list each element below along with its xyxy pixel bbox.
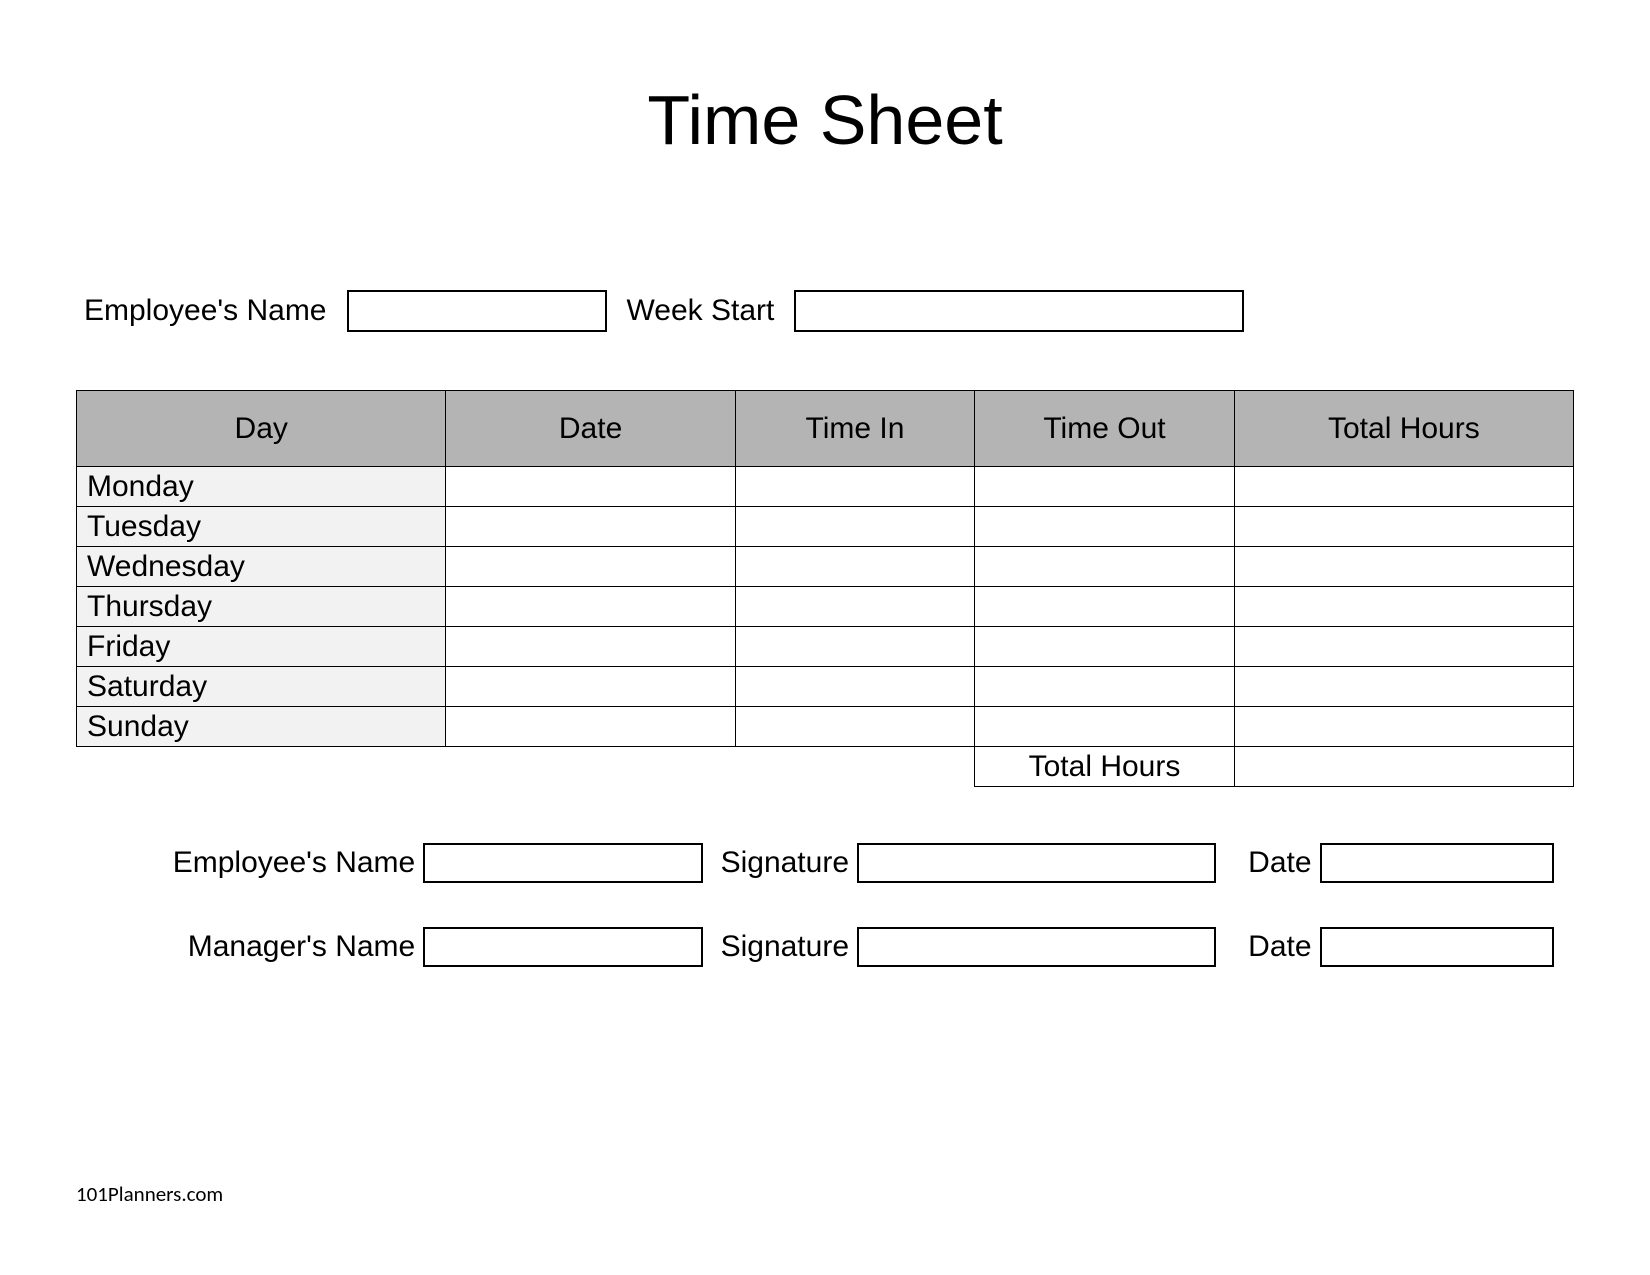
employee-signature-row: Employee's Name Signature Date — [96, 843, 1554, 883]
time-in-cell[interactable] — [735, 667, 974, 707]
week-start-input[interactable] — [794, 290, 1244, 332]
emp-signature-label: Signature — [721, 846, 849, 880]
total-row: Total Hours — [77, 747, 1574, 787]
table-header-row: Day Date Time In Time Out Total Hours — [77, 391, 1574, 467]
date-cell[interactable] — [446, 707, 735, 747]
day-cell: Monday — [77, 467, 446, 507]
timesheet-table: Day Date Time In Time Out Total Hours Mo… — [76, 390, 1574, 787]
time-in-cell[interactable] — [735, 627, 974, 667]
mgr-signature-label: Signature — [721, 930, 849, 964]
total-hours-cell[interactable] — [1234, 667, 1573, 707]
header-total-hours: Total Hours — [1234, 391, 1573, 467]
total-hours-label: Total Hours — [975, 747, 1235, 787]
header-date: Date — [446, 391, 735, 467]
header-day: Day — [77, 391, 446, 467]
time-in-cell[interactable] — [735, 547, 974, 587]
mgr-name-input[interactable] — [423, 927, 702, 967]
date-cell[interactable] — [446, 587, 735, 627]
header-time-in: Time In — [735, 391, 974, 467]
emp-name-label-2: Employee's Name — [96, 846, 415, 880]
time-in-cell[interactable] — [735, 707, 974, 747]
total-hours-cell[interactable] — [1234, 467, 1573, 507]
time-in-cell[interactable] — [735, 467, 974, 507]
top-fields-row: Employee's Name Week Start — [76, 290, 1574, 332]
date-cell[interactable] — [446, 467, 735, 507]
mgr-date-input[interactable] — [1320, 927, 1554, 967]
manager-signature-row: Manager's Name Signature Date — [96, 927, 1554, 967]
date-cell[interactable] — [446, 547, 735, 587]
employee-name-label: Employee's Name — [84, 294, 327, 328]
day-cell: Thursday — [77, 587, 446, 627]
total-hours-cell[interactable] — [1234, 547, 1573, 587]
employee-name-input[interactable] — [347, 290, 607, 332]
table-row: Monday — [77, 467, 1574, 507]
day-cell: Sunday — [77, 707, 446, 747]
time-out-cell[interactable] — [975, 627, 1235, 667]
page-title: Time Sheet — [76, 80, 1574, 160]
total-hours-cell[interactable] — [1234, 707, 1573, 747]
time-out-cell[interactable] — [975, 667, 1235, 707]
total-hours-value[interactable] — [1234, 747, 1573, 787]
emp-signature-input[interactable] — [857, 843, 1216, 883]
signature-section: Employee's Name Signature Date Manager's… — [76, 843, 1574, 967]
table-row: Tuesday — [77, 507, 1574, 547]
time-out-cell[interactable] — [975, 707, 1235, 747]
header-time-out: Time Out — [975, 391, 1235, 467]
emp-name-input-2[interactable] — [423, 843, 702, 883]
time-out-cell[interactable] — [975, 507, 1235, 547]
total-hours-cell[interactable] — [1234, 627, 1573, 667]
date-cell[interactable] — [446, 667, 735, 707]
total-hours-cell[interactable] — [1234, 587, 1573, 627]
day-cell: Saturday — [77, 667, 446, 707]
mgr-signature-input[interactable] — [857, 927, 1216, 967]
date-cell[interactable] — [446, 627, 735, 667]
table-row: Thursday — [77, 587, 1574, 627]
day-cell: Friday — [77, 627, 446, 667]
day-cell: Wednesday — [77, 547, 446, 587]
table-row: Sunday — [77, 707, 1574, 747]
emp-date-input[interactable] — [1320, 843, 1554, 883]
time-out-cell[interactable] — [975, 587, 1235, 627]
footer-text: 101Planners.com — [76, 1181, 223, 1207]
total-hours-cell[interactable] — [1234, 507, 1573, 547]
day-cell: Tuesday — [77, 507, 446, 547]
emp-date-label: Date — [1248, 846, 1311, 880]
week-start-label: Week Start — [627, 294, 775, 328]
table-row: Saturday — [77, 667, 1574, 707]
time-out-cell[interactable] — [975, 547, 1235, 587]
time-out-cell[interactable] — [975, 467, 1235, 507]
date-cell[interactable] — [446, 507, 735, 547]
table-row: Wednesday — [77, 547, 1574, 587]
mgr-date-label: Date — [1248, 930, 1311, 964]
time-in-cell[interactable] — [735, 587, 974, 627]
mgr-name-label: Manager's Name — [96, 930, 415, 964]
table-row: Friday — [77, 627, 1574, 667]
time-in-cell[interactable] — [735, 507, 974, 547]
